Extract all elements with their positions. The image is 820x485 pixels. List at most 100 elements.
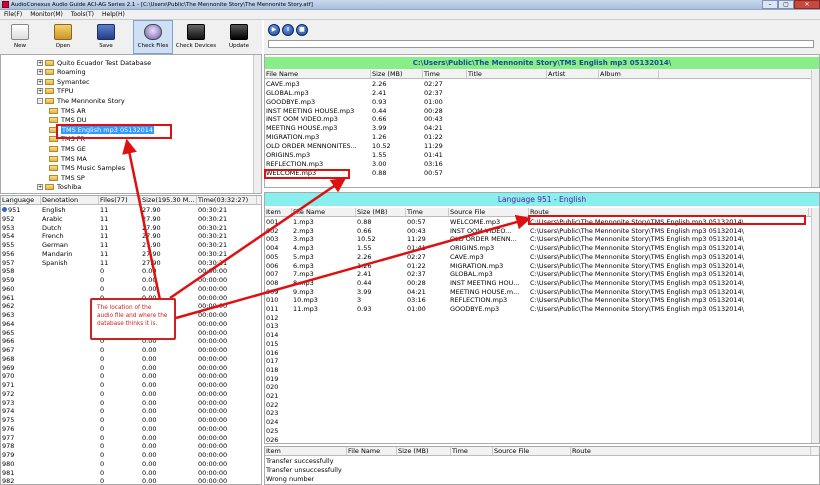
table-cell[interactable]: 0.00: [141, 285, 197, 294]
table-cell[interactable]: 0: [99, 364, 141, 373]
table-cell[interactable]: INST MEETING HOUSE.mp3: [265, 107, 371, 116]
save-button[interactable]: Save: [86, 20, 126, 54]
table-cell[interactable]: [41, 285, 99, 294]
table-row[interactable]: 953 Dutch 11 27.90 00:30:21: [1, 224, 261, 233]
table-cell[interactable]: 972: [1, 390, 41, 399]
table-cell[interactable]: 010: [265, 296, 292, 305]
tree-scrollbar[interactable]: [253, 55, 261, 193]
table-cell[interactable]: 0: [99, 407, 141, 416]
table-cell[interactable]: [41, 364, 99, 373]
table-cell[interactable]: 0.00: [141, 364, 197, 373]
table-cell[interactable]: 00:30:21: [197, 241, 257, 250]
table-row[interactable]: 975 0 0.00 00:00:00: [1, 416, 261, 425]
expand-toggle-icon[interactable]: +: [37, 59, 43, 66]
table-cell[interactable]: 969: [1, 364, 41, 373]
table-cell[interactable]: [41, 460, 99, 469]
table-cell[interactable]: 025: [265, 427, 292, 436]
folder-icon[interactable]: [45, 78, 54, 85]
tree-node[interactable]: + Symantec: [37, 77, 90, 86]
table-cell[interactable]: Spanish: [41, 259, 99, 268]
table-cell[interactable]: [41, 390, 99, 399]
route-cell[interactable]: C:\Users\Public\The Mennonite Story\TMS …: [529, 296, 809, 305]
table-cell[interactable]: 1.mp3: [292, 218, 356, 227]
table-cell[interactable]: 0: [99, 416, 141, 425]
table-cell[interactable]: 8.mp3: [292, 279, 356, 288]
table-cell[interactable]: 960: [1, 285, 41, 294]
table-cell[interactable]: 0: [99, 267, 141, 276]
table-cell[interactable]: 955: [1, 241, 41, 250]
route-row[interactable]: 007 7.mp3 2.41 02:37 GLOBAL.mp3 C:\Users\Publ…: [265, 270, 819, 279]
table-cell[interactable]: 0.00: [141, 372, 197, 381]
table-cell[interactable]: 2.41: [371, 89, 423, 98]
table-cell[interactable]: 00:43: [423, 115, 467, 124]
table-cell[interactable]: 0.44: [356, 279, 406, 288]
table-cell[interactable]: 5.mp3: [292, 253, 356, 262]
selected-indicator-icon[interactable]: [2, 207, 7, 212]
folder-icon[interactable]: [49, 145, 58, 152]
table-cell[interactable]: 023: [265, 409, 292, 418]
tree-node[interactable]: TMS Music Samples: [49, 164, 125, 173]
tree-node-label[interactable]: TMS SP: [61, 174, 85, 182]
table-cell[interactable]: 27.90: [141, 232, 197, 241]
table-cell[interactable]: GLOBAL.mp3: [449, 270, 529, 279]
table-cell[interactable]: 951: [1, 206, 41, 215]
table-cell[interactable]: ORIGINS.mp3: [265, 151, 371, 160]
table-cell[interactable]: 0.00: [141, 346, 197, 355]
table-cell[interactable]: 004: [265, 244, 292, 253]
column-header[interactable]: Artist: [547, 70, 599, 78]
tree-node[interactable]: TMS GE: [49, 144, 86, 153]
tree-node[interactable]: TMS MA: [49, 154, 87, 163]
table-cell[interactable]: 01:00: [406, 305, 449, 314]
table-cell[interactable]: 9.mp3: [292, 288, 356, 297]
table-cell[interactable]: OLD ORDER MENNONITES...: [265, 142, 371, 151]
table-cell[interactable]: 961: [1, 294, 41, 303]
table-cell[interactable]: [41, 407, 99, 416]
table-cell[interactable]: 0: [99, 381, 141, 390]
column-header[interactable]: Item: [265, 208, 292, 216]
column-header[interactable]: Time(03:32:27): [197, 196, 257, 204]
table-cell[interactable]: 0.44: [371, 107, 423, 116]
table-cell[interactable]: 0: [99, 460, 141, 469]
table-cell[interactable]: 0.00: [141, 381, 197, 390]
stop-button[interactable]: ■: [296, 24, 308, 36]
table-cell[interactable]: 0.00: [141, 399, 197, 408]
table-cell[interactable]: 970: [1, 372, 41, 381]
table-cell[interactable]: 967: [1, 346, 41, 355]
table-cell[interactable]: 00:00:00: [197, 285, 257, 294]
column-header[interactable]: Source File: [493, 447, 571, 455]
table-cell[interactable]: 007: [265, 270, 292, 279]
route-row[interactable]: 004 4.mp3 1.55 01:41 ORIGINS.mp3 C:\Users\Pub…: [265, 244, 819, 253]
open-button[interactable]: Open: [43, 20, 83, 54]
table-cell[interactable]: INST OOM VIDEO...: [449, 227, 529, 236]
route-cell[interactable]: C:\Users\Public\The Mennonite Story\TMS …: [529, 227, 809, 236]
log-text[interactable]: Transfer unsuccessfully: [265, 466, 342, 475]
tree-node-label[interactable]: TMS DU: [61, 116, 87, 124]
table-cell[interactable]: [41, 416, 99, 425]
table-cell[interactable]: English: [41, 206, 99, 215]
table-cell[interactable]: 019: [265, 375, 292, 384]
table-cell[interactable]: 00:00:00: [197, 469, 257, 478]
table-cell[interactable]: 0.00: [141, 416, 197, 425]
table-row[interactable]: 980 0 0.00 00:00:00: [1, 460, 261, 469]
table-cell[interactable]: 0.00: [141, 469, 197, 478]
table-cell[interactable]: 27.90: [141, 206, 197, 215]
table-cell[interactable]: 11: [99, 206, 141, 215]
tree-node-label[interactable]: TMS MA: [61, 155, 87, 163]
table-cell[interactable]: Mandarin: [41, 250, 99, 259]
tree-node-label[interactable]: TFPU: [57, 87, 73, 95]
folder-icon[interactable]: [49, 107, 58, 114]
table-cell[interactable]: 11:29: [423, 142, 467, 151]
tree-node[interactable]: + TFPU: [37, 87, 73, 96]
route-row[interactable]: 011 11.mp3 0.93 01:00 GOODBYE.mp3 C:\Users\Pu…: [265, 305, 819, 314]
table-row[interactable]: 976 0 0.00 00:00:00: [1, 425, 261, 434]
table-cell[interactable]: 0.66: [356, 227, 406, 236]
tree-node-label[interactable]: The Mennonite Story: [57, 97, 125, 105]
table-cell[interactable]: 1.55: [371, 151, 423, 160]
tree-node-label[interactable]: Quito Ecuador Test Database: [57, 59, 151, 67]
table-row[interactable]: 957 Spanish 11 27.90 00:30:21: [1, 259, 261, 268]
file-row[interactable]: MIGRATION.mp3 1.26 01:22: [265, 133, 819, 142]
table-cell[interactable]: 01:00: [423, 98, 467, 107]
table-cell[interactable]: 0: [99, 451, 141, 460]
table-row[interactable]: 956 Mandarin 11 27.90 00:30:21: [1, 250, 261, 259]
column-header[interactable]: Denotation: [41, 196, 99, 204]
